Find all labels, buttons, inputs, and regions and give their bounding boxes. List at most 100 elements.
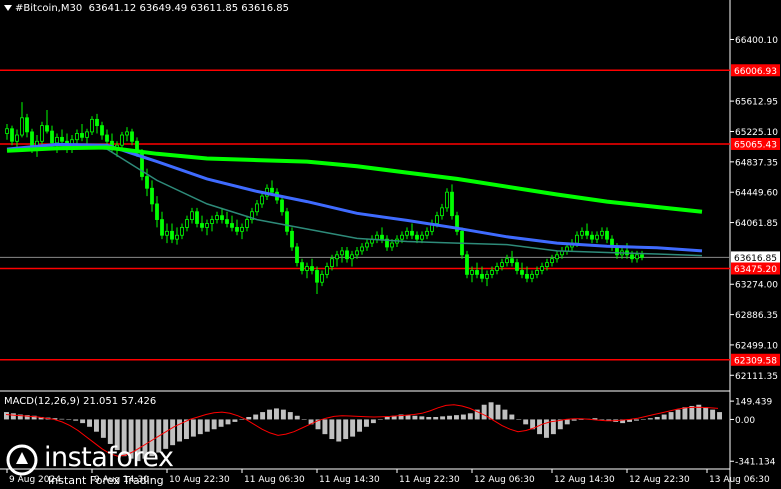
candle-body <box>195 211 199 224</box>
candle-body <box>475 270 479 275</box>
candle-body <box>490 270 494 275</box>
y-tick-label: 65612.95 <box>735 98 778 108</box>
macd-histogram-bar <box>287 412 293 420</box>
candle-body <box>615 246 619 256</box>
candle-body <box>495 266 499 271</box>
macd-label: MACD(12,26,9) 21.051 57.426 <box>4 396 157 407</box>
macd-histogram-bar <box>336 419 342 442</box>
candle-body <box>295 246 299 264</box>
candle-body <box>190 211 194 220</box>
macd-histogram-bar <box>253 414 259 420</box>
candle-body <box>125 131 129 136</box>
macd-histogram-bar <box>460 414 466 420</box>
candle-body <box>15 134 19 142</box>
candle-body <box>465 254 469 275</box>
macd-histogram-bar <box>717 412 722 420</box>
macd-histogram-bar <box>634 419 639 421</box>
chart-header: #Bitcoin,M30 63641.12 63649.49 63611.85 … <box>4 3 289 14</box>
macd-histogram-bar <box>433 416 439 420</box>
candle-body <box>480 273 484 279</box>
y-tick-label: 65225.10 <box>735 128 778 138</box>
candle-body <box>200 223 204 228</box>
macd-histogram-bar <box>571 419 577 421</box>
macd-histogram-bar <box>343 419 349 440</box>
y-tick-label: 64449.60 <box>735 189 778 199</box>
candle-body <box>160 219 164 236</box>
macd-histogram-bar <box>239 419 245 420</box>
candle-body <box>220 215 224 220</box>
candle-body <box>320 273 324 283</box>
x-tick-label: 11 Aug 06:30 <box>244 475 305 485</box>
macd-histogram-bar <box>211 419 217 430</box>
macd-histogram-bar <box>329 419 335 440</box>
price-tag-label: 66006.93 <box>734 67 777 77</box>
price-tag-label: 65065.43 <box>734 140 777 150</box>
macd-histogram-bar <box>294 415 300 420</box>
macd-histogram-bar <box>218 419 224 427</box>
candle-body <box>330 258 334 267</box>
macd-histogram-bar <box>260 412 266 420</box>
candle-body <box>600 230 604 236</box>
candle-body <box>445 191 449 209</box>
macd-histogram-bar <box>100 419 106 438</box>
macd-histogram-bar <box>232 419 238 422</box>
y-tick-label: 62499.10 <box>735 341 778 351</box>
candle-body <box>585 230 589 236</box>
candle-body <box>500 262 504 267</box>
candle-body <box>530 273 534 279</box>
macd-histogram-bar <box>467 413 473 420</box>
candle-body <box>470 270 474 275</box>
candle-body <box>550 258 554 264</box>
candle-body <box>270 187 274 193</box>
candle-body <box>555 254 559 260</box>
candle-body <box>45 125 49 132</box>
macd-histogram-bar <box>640 419 646 420</box>
candle-body <box>95 118 99 127</box>
candle-body <box>485 273 489 279</box>
candle-body <box>215 215 219 220</box>
candle-body <box>535 270 539 275</box>
macd-histogram-bar <box>190 419 196 437</box>
dropdown-triangle-icon[interactable] <box>4 5 12 11</box>
macd-histogram-bar <box>419 416 425 420</box>
candle-body <box>10 128 14 142</box>
candle-body <box>205 223 209 228</box>
macd-histogram-bar <box>516 419 522 420</box>
macd-histogram-bar <box>488 402 494 420</box>
x-tick-label: 12 Aug 06:30 <box>474 475 535 485</box>
candle-body <box>90 118 94 133</box>
candle-body <box>630 254 634 260</box>
macd-histogram-bar <box>481 404 487 420</box>
candle-body <box>210 219 214 224</box>
macd-tick-label: 149.439 <box>735 398 772 408</box>
candle-body <box>375 234 379 240</box>
candle-body <box>20 117 24 136</box>
candle-body <box>300 262 304 271</box>
candle-body <box>450 191 454 217</box>
macd-histogram-bar <box>647 418 653 420</box>
logo-tagline: Instant Forex Trading <box>48 474 164 487</box>
candle-body <box>365 242 369 248</box>
candle-body <box>260 195 264 205</box>
candle-body <box>230 223 234 228</box>
candle-body <box>80 133 84 138</box>
candle-body <box>360 246 364 252</box>
candle-body <box>380 234 384 240</box>
candle-body <box>525 273 529 279</box>
macd-histogram-bar <box>384 416 390 420</box>
candle-body <box>5 128 9 134</box>
macd-histogram-bar <box>675 409 681 420</box>
symbol-label: #Bitcoin,M30 <box>15 3 83 14</box>
macd-histogram-bar <box>564 419 570 425</box>
macd-tick-label: 0.00 <box>735 416 755 426</box>
macd-histogram-bar <box>703 407 709 420</box>
candle-body <box>420 234 424 240</box>
candle-body <box>165 230 169 236</box>
macd-histogram-bar <box>274 408 279 420</box>
macd-histogram-bar <box>357 419 362 432</box>
macd-histogram-bar <box>322 419 328 435</box>
macd-histogram-bar <box>654 416 660 420</box>
candle-body <box>310 266 314 271</box>
candle-body <box>180 227 184 236</box>
x-tick-label: 12 Aug 14:30 <box>554 475 615 485</box>
